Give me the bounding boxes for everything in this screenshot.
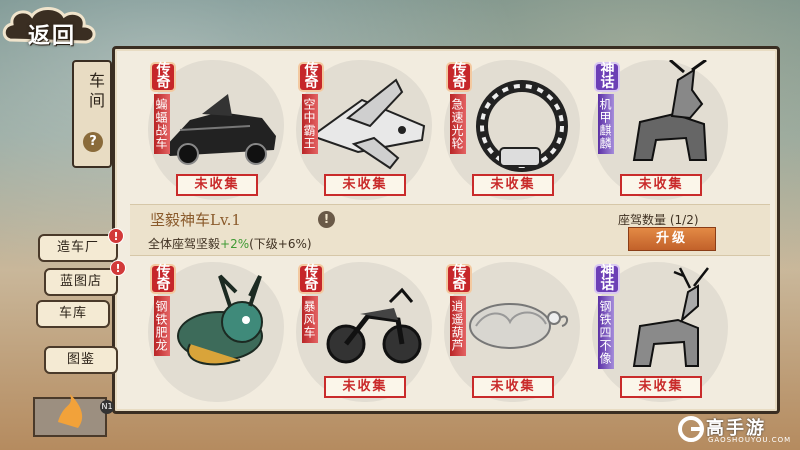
vehicle-card[interactable]: 传奇 钢铁肥龙 xyxy=(144,258,288,406)
warning-icon[interactable]: ! xyxy=(318,211,335,228)
rank-badge: 传奇 xyxy=(152,265,174,292)
rank-badge: 传奇 xyxy=(300,63,322,90)
vehicle-name: 暴风车 xyxy=(302,296,318,343)
bonus-next: (下级+6%) xyxy=(249,237,312,251)
vehicle-name: 急速光轮 xyxy=(450,94,466,154)
rank-badge: 传奇 xyxy=(448,265,470,292)
upgrade-info-bar: 坚毅神车Lv.1 ! 全体座驾坚毅+2%(下级+6%) 座驾数量 (1/2) 升… xyxy=(130,204,770,256)
vehicle-card[interactable]: 传奇 空中霸王 未收集 xyxy=(292,56,436,204)
vehicle-card[interactable]: 传奇 急速光轮 未收集 xyxy=(440,56,584,204)
vehicle-name: 空中霸王 xyxy=(302,94,318,154)
vehicle-name: 机甲麒麟 xyxy=(598,94,614,154)
capacity-text: 座驾数量 (1/2) xyxy=(618,211,699,228)
vehicle-name: 逍遥葫芦 xyxy=(450,296,466,356)
vehicle-card[interactable]: 传奇 蝙蝠战车 未收集 xyxy=(144,56,288,204)
bonus-text: 全体座驾坚毅+2%(下级+6%) xyxy=(148,235,312,252)
help-icon[interactable]: ? xyxy=(83,132,103,152)
vehicle-card[interactable]: 神话 机甲麒麟 未收集 xyxy=(588,56,732,204)
vehicle-name: 蝙蝠战车 xyxy=(154,94,170,154)
vehicle-name: 钢铁四不像 xyxy=(598,296,614,369)
bonus-prefix: 全体座驾坚毅 xyxy=(148,237,221,251)
rank-badge: 神话 xyxy=(596,265,618,292)
back-button[interactable]: 返回 xyxy=(0,4,108,50)
capacity-value: (1/2) xyxy=(669,213,699,227)
vehicle-card[interactable]: 神话 钢铁四不像 未收集 xyxy=(588,258,732,406)
upgrade-button[interactable]: 升级 xyxy=(628,227,716,251)
vehicle-card[interactable]: 传奇 逍遥葫芦 未收集 xyxy=(440,258,584,406)
tab-workshop-label: 车间 xyxy=(86,72,105,112)
status-badge: 未收集 xyxy=(176,174,258,196)
status-badge: 未收集 xyxy=(324,174,406,196)
menu-item-blueprint-shop[interactable]: 蓝图店 xyxy=(44,268,118,296)
watermark-logo: 高手游 GAOSHOUYOU.COM xyxy=(676,412,796,448)
back-label: 返回 xyxy=(28,23,77,49)
status-badge: 未收集 xyxy=(472,174,554,196)
rank-badge: 传奇 xyxy=(448,63,470,90)
status-badge: 未收集 xyxy=(324,376,406,398)
stove-icon xyxy=(33,394,107,437)
side-menu: 造车厂 ! 蓝图店 ! 车库 图鉴 N1 xyxy=(0,206,128,446)
upgrade-title: 坚毅神车Lv.1 xyxy=(150,211,241,229)
tab-workshop[interactable]: 车间 ? xyxy=(72,60,112,168)
status-badge: 未收集 xyxy=(620,174,702,196)
logo-icon xyxy=(678,416,704,442)
capacity-label: 座驾数量 xyxy=(618,213,667,227)
menu-item-codex[interactable]: 图鉴 xyxy=(44,346,118,374)
status-badge: 未收集 xyxy=(472,376,554,398)
rank-badge: 传奇 xyxy=(300,265,322,292)
rank-badge: 传奇 xyxy=(152,63,174,90)
vehicle-name: 钢铁肥龙 xyxy=(154,296,170,356)
menu-item-factory[interactable]: 造车厂 xyxy=(38,234,118,262)
tag-badge: N1 xyxy=(100,400,114,414)
status-badge: 未收集 xyxy=(620,376,702,398)
bonus-current: +2% xyxy=(220,237,250,251)
menu-item-garage[interactable]: 车库 xyxy=(36,300,110,328)
vehicle-card[interactable]: 传奇 暴风车 未收集 xyxy=(292,258,436,406)
alert-badge: ! xyxy=(110,260,126,276)
logo-url: GAOSHOUYOU.COM xyxy=(708,436,792,444)
rank-badge: 神话 xyxy=(596,63,618,90)
alert-badge: ! xyxy=(108,228,124,244)
